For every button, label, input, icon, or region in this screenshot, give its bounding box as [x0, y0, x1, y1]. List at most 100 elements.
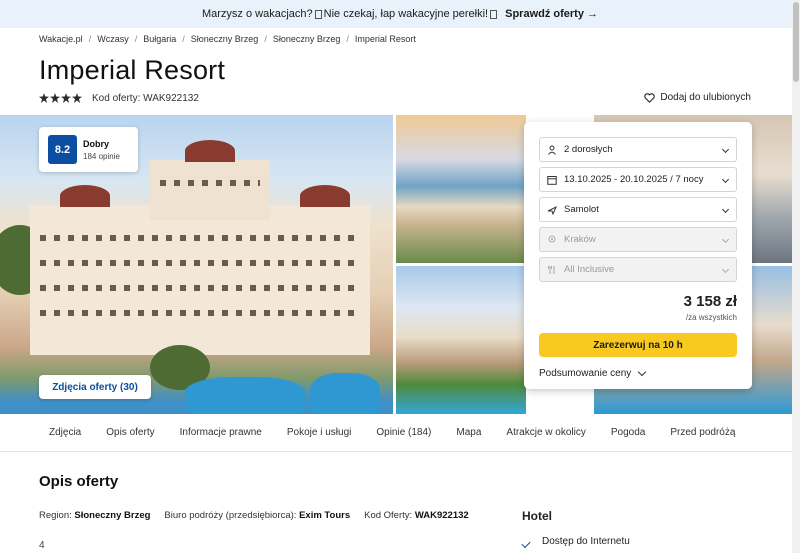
promo-bar: Marzysz o wakacjach? Nie czekaj, łap wak… — [0, 0, 800, 28]
window-row — [40, 285, 360, 291]
plane-icon — [547, 205, 557, 215]
promo-text-2: Nie czekaj, łap wakacyjne perełki! — [323, 8, 489, 20]
region-info: Region: Słoneczny Brzeg — [39, 510, 150, 521]
palm-icon — [314, 9, 322, 19]
building-shape — [30, 205, 370, 355]
star-icon — [39, 93, 49, 103]
rating-count: 184 opinie — [83, 151, 120, 161]
agency-value: Exim Tours — [299, 510, 351, 521]
transport-select[interactable]: Samolot — [539, 197, 737, 222]
promo-text: Marzysz o wakacjach? — [201, 8, 313, 20]
code-label: Kod Oferty: — [364, 510, 413, 521]
booking-panel: 2 dorosłych 13.10.2025 - 20.10.2025 / 7 … — [524, 122, 752, 389]
scrollbar[interactable] — [792, 0, 800, 553]
price-summary-toggle[interactable]: Podsumowanie ceny — [539, 367, 737, 379]
chevron-down-icon — [721, 205, 730, 214]
hotel-section-title: Hotel — [522, 509, 552, 523]
chevron-down-icon — [721, 265, 730, 274]
pool-shape — [310, 373, 380, 414]
window-row — [40, 260, 360, 266]
tab-rooms[interactable]: Pokoje i usługi — [287, 427, 351, 438]
tab-legal[interactable]: Informacje prawne — [180, 427, 262, 438]
reserve-button[interactable]: Zarezerwuj na 10 h — [539, 333, 737, 357]
region-label: Region: — [39, 510, 72, 521]
hotel-stars — [39, 93, 82, 103]
roof-shape — [300, 185, 350, 207]
favorites-label: Dodaj do ulubionych — [660, 92, 751, 103]
description-title: Opis oferty — [39, 473, 119, 490]
section-number: 4 — [39, 540, 45, 551]
breadcrumb-item[interactable]: Wakacje.pl — [39, 34, 83, 44]
travelers-select[interactable]: 2 dorosłych — [539, 137, 737, 162]
beach-photo[interactable] — [396, 115, 526, 263]
price-note: /za wszystkich — [685, 313, 737, 322]
hotel-feature: Dostęp do Internetu — [521, 536, 630, 548]
window-row — [40, 310, 360, 316]
scrollbar-thumb[interactable] — [793, 2, 799, 82]
location-icon — [548, 235, 556, 242]
tab-map[interactable]: Mapa — [456, 427, 481, 438]
offer-info-row: Region: Słoneczny Brzeg Biuro podróży (p… — [39, 510, 469, 521]
offer-tabs: Zdjęcia Opis oferty Informacje prawne Po… — [0, 414, 800, 452]
star-icon — [50, 93, 60, 103]
region-value: Słoneczny Brzeg — [74, 510, 151, 521]
breadcrumb-separator: / — [346, 34, 349, 44]
person-icon — [548, 145, 556, 155]
window-row — [40, 235, 360, 241]
departure-select[interactable]: Kraków — [539, 227, 737, 252]
rating-card[interactable]: 8.2 Dobry 184 opinie — [39, 127, 138, 172]
code-value: WAK922132 — [414, 510, 469, 521]
breadcrumb-item[interactable]: Wczasy — [97, 34, 129, 44]
breadcrumb-item[interactable]: Słoneczny Brzeg — [273, 34, 341, 44]
tab-before-trip[interactable]: Przed podróżą — [670, 427, 735, 438]
offer-code: Kod oferty: WAK922132 — [92, 92, 199, 104]
chevron-down-icon — [638, 367, 647, 376]
promo-link[interactable]: Sprawdź oferty → — [505, 8, 598, 20]
agency-label: Biuro podróży (przedsiębiorca): — [164, 510, 297, 521]
breadcrumb-item[interactable]: Słoneczny Brzeg — [191, 34, 259, 44]
calendar-icon — [547, 175, 557, 185]
tab-description[interactable]: Opis oferty — [106, 427, 154, 438]
chevron-down-icon — [721, 145, 730, 154]
pool-shape — [185, 377, 305, 414]
breadcrumb-separator: / — [264, 34, 267, 44]
cutlery-icon — [548, 265, 555, 274]
tab-attractions[interactable]: Atrakcje w okolicy — [506, 427, 585, 438]
pool-photo[interactable] — [396, 266, 526, 414]
page-title: Imperial Resort — [39, 55, 226, 85]
rating-text: Dobry 184 opinie — [83, 139, 120, 161]
breadcrumb-separator: / — [134, 34, 138, 44]
board-value: All Inclusive — [564, 264, 615, 275]
tab-reviews[interactable]: Opinie (184) — [376, 427, 431, 438]
tab-photos[interactable]: Zdjęcia — [49, 427, 81, 438]
chevron-down-icon — [721, 175, 730, 184]
add-to-favorites-button[interactable]: Dodaj do ulubionych — [644, 92, 751, 103]
star-icon — [490, 9, 498, 19]
breadcrumb-separator: / — [88, 34, 92, 44]
tab-weather[interactable]: Pogoda — [611, 427, 645, 438]
rating-label: Dobry — [83, 138, 110, 149]
breadcrumb-separator: / — [182, 34, 185, 44]
offer-photos-button[interactable]: Zdjęcia oferty (30) — [39, 375, 151, 399]
breadcrumb: Wakacje.pl / Wczasy / Bułgaria / Słoneczny … — [39, 33, 416, 45]
travelers-value: 2 dorosłych — [564, 144, 613, 155]
rating-score: 8.2 — [48, 135, 77, 164]
chevron-down-icon — [721, 235, 730, 244]
window-row — [160, 180, 260, 186]
check-icon — [521, 538, 531, 548]
code-info: Kod Oferty: WAK922132 — [364, 510, 469, 521]
star-icon — [61, 93, 71, 103]
dates-select[interactable]: 13.10.2025 - 20.10.2025 / 7 nocy — [539, 167, 737, 192]
agency-info: Biuro podróży (przedsiębiorca): Exim Tou… — [164, 510, 350, 521]
breadcrumb-item-current: Imperial Resort — [354, 34, 416, 44]
departure-value: Kraków — [564, 234, 596, 245]
transport-value: Samolot — [564, 204, 599, 215]
star-icon — [72, 93, 82, 103]
breadcrumb-item[interactable]: Bułgaria — [143, 34, 176, 44]
feature-label: Dostęp do Internetu — [542, 536, 630, 547]
dates-value: 13.10.2025 - 20.10.2025 / 7 nocy — [564, 174, 704, 185]
heart-icon — [644, 92, 656, 103]
hotel-meta: Kod oferty: WAK922132 — [39, 91, 199, 105]
board-select[interactable]: All Inclusive — [539, 257, 737, 282]
roof-shape — [60, 185, 110, 207]
